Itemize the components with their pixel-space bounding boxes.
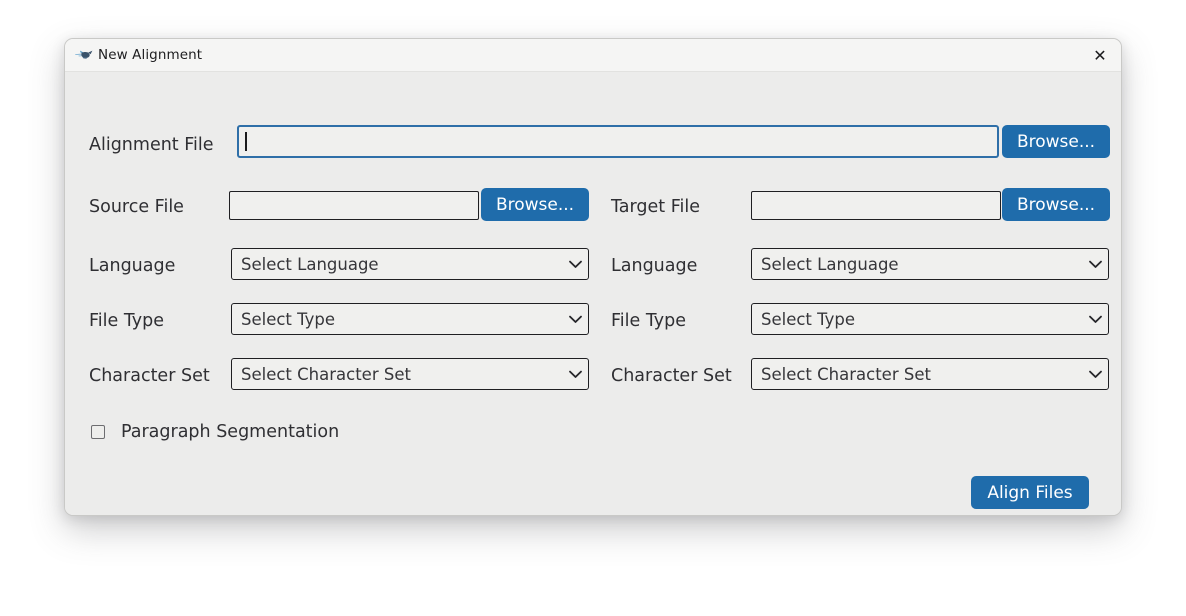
paragraph-segmentation-label: Paragraph Segmentation	[121, 422, 340, 442]
alignment-file-browse-button[interactable]: Browse...	[1002, 125, 1110, 158]
bird-logo-icon	[75, 50, 93, 59]
target-filetype-label: File Type	[611, 311, 687, 331]
alignment-file-input[interactable]	[237, 125, 999, 158]
source-charset-label: Character Set	[89, 366, 210, 386]
chevron-down-icon	[562, 260, 588, 269]
align-files-button[interactable]: Align Files	[971, 476, 1089, 509]
target-file-label: Target File	[611, 197, 700, 217]
target-language-label: Language	[611, 256, 698, 276]
target-file-browse-button[interactable]: Browse...	[1002, 188, 1110, 221]
paragraph-segmentation-row[interactable]: Paragraph Segmentation	[91, 422, 339, 442]
target-language-value: Select Language	[761, 254, 899, 274]
chevron-down-icon	[562, 370, 588, 379]
paragraph-segmentation-checkbox[interactable]	[91, 425, 105, 439]
chevron-down-icon	[1082, 315, 1108, 324]
source-language-select[interactable]: Select Language	[231, 248, 589, 280]
dialog-title: New Alignment	[98, 47, 203, 63]
chevron-down-icon	[1082, 370, 1108, 379]
target-charset-select[interactable]: Select Character Set	[751, 358, 1109, 390]
dialog-titlebar: New Alignment ✕	[65, 39, 1121, 72]
source-file-browse-button[interactable]: Browse...	[481, 188, 589, 221]
target-charset-value: Select Character Set	[761, 364, 931, 384]
close-icon[interactable]: ✕	[1087, 43, 1113, 68]
alignment-file-label: Alignment File	[89, 135, 214, 155]
source-filetype-label: File Type	[89, 311, 165, 331]
source-charset-select[interactable]: Select Character Set	[231, 358, 589, 390]
new-alignment-dialog: New Alignment ✕ Alignment File Browse...…	[64, 38, 1122, 516]
target-language-select[interactable]: Select Language	[751, 248, 1109, 280]
chevron-down-icon	[562, 315, 588, 324]
source-file-label: Source File	[89, 197, 184, 217]
source-filetype-select[interactable]: Select Type	[231, 303, 589, 335]
target-file-input[interactable]	[751, 191, 1001, 220]
source-language-value: Select Language	[241, 254, 379, 274]
dialog-body: Alignment File Browse... Source File Bro…	[65, 72, 1121, 515]
source-charset-value: Select Character Set	[241, 364, 411, 384]
chevron-down-icon	[1082, 260, 1108, 269]
desktop-background: New Alignment ✕ Alignment File Browse...…	[0, 0, 1186, 616]
source-file-input[interactable]	[229, 191, 479, 220]
target-charset-label: Character Set	[611, 366, 732, 386]
target-filetype-select[interactable]: Select Type	[751, 303, 1109, 335]
source-language-label: Language	[89, 256, 176, 276]
source-filetype-value: Select Type	[241, 309, 336, 329]
target-filetype-value: Select Type	[761, 309, 856, 329]
text-caret	[245, 132, 247, 151]
